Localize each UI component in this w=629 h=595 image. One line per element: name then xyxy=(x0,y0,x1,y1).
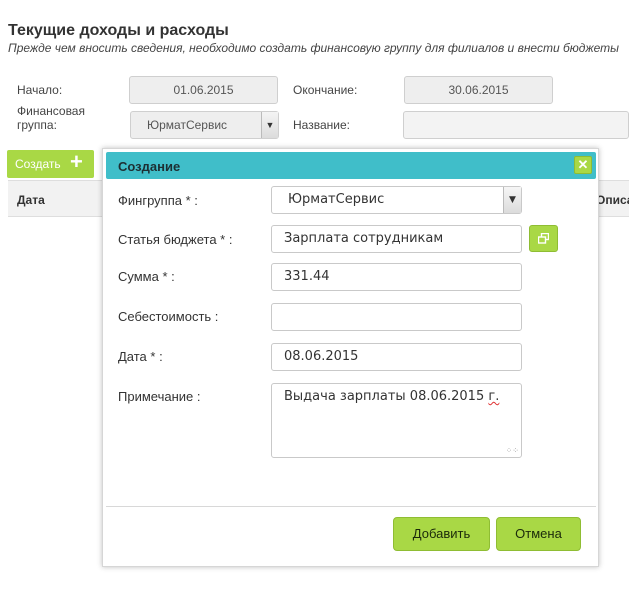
name-label: Название: xyxy=(293,118,350,132)
date-label: Дата * : xyxy=(118,349,163,364)
amount-field[interactable]: 331.44 xyxy=(271,263,522,291)
create-dialog: Создание ✕ Фингруппа * : ЮрматСервис ▼ С… xyxy=(102,148,599,567)
note-text: Выдача зарплаты 08.06.2015 xyxy=(284,389,485,404)
date-field[interactable]: 08.06.2015 xyxy=(271,343,522,371)
chevron-down-icon: ▼ xyxy=(503,187,521,213)
end-date-field[interactable]: 30.06.2015 xyxy=(404,76,553,104)
amount-label: Сумма * : xyxy=(118,269,175,284)
dialog-divider xyxy=(106,506,596,507)
cancel-button[interactable]: Отмена xyxy=(496,517,581,551)
end-date-label: Окончание: xyxy=(293,83,358,97)
plus-icon: + xyxy=(70,149,83,174)
budget-picker-button[interactable] xyxy=(529,225,558,252)
fin-group-select-value: ЮрматСервис xyxy=(147,118,228,132)
fin-group-label: Финансовая группа: xyxy=(17,104,85,132)
close-icon[interactable]: ✕ xyxy=(574,156,592,174)
cost-label: Себестоимость : xyxy=(118,309,219,324)
note-field[interactable]: Выдача зарплаты 08.06.2015 г. ⁘⁘ xyxy=(271,383,522,458)
budget-item-field[interactable]: Зарплата сотрудникам xyxy=(271,225,522,253)
create-button[interactable]: Создать + xyxy=(7,150,94,178)
note-suffix: г. xyxy=(488,389,500,404)
name-input[interactable] xyxy=(403,111,629,139)
dialog-title: Создание xyxy=(118,159,181,174)
page-title: Текущие доходы и расходы xyxy=(8,22,229,39)
cost-field[interactable] xyxy=(271,303,522,331)
open-window-icon xyxy=(538,233,549,244)
budget-item-label: Статья бюджета * : xyxy=(118,232,233,247)
create-button-label: Создать xyxy=(15,157,61,171)
add-button[interactable]: Добавить xyxy=(393,517,490,551)
resize-handle-icon[interactable]: ⁘⁘ xyxy=(506,447,519,455)
column-header-description[interactable]: Описание xyxy=(596,193,629,207)
fingroup-select-value: ЮрматСервис xyxy=(288,192,385,207)
fin-group-select[interactable]: ЮрматСервис ▼ xyxy=(130,111,279,139)
fingroup-label: Фингруппа * : xyxy=(118,193,198,208)
column-header-date[interactable]: Дата xyxy=(17,193,45,207)
fingroup-select[interactable]: ЮрматСервис ▼ xyxy=(271,186,522,214)
chevron-down-icon: ▼ xyxy=(261,112,278,138)
start-date-field[interactable]: 01.06.2015 xyxy=(129,76,278,104)
note-label: Примечание : xyxy=(118,389,201,404)
dialog-header: Создание ✕ xyxy=(106,152,596,179)
page-subtitle: Прежде чем вносить сведения, необходимо … xyxy=(8,41,620,55)
start-date-label: Начало: xyxy=(17,83,63,97)
